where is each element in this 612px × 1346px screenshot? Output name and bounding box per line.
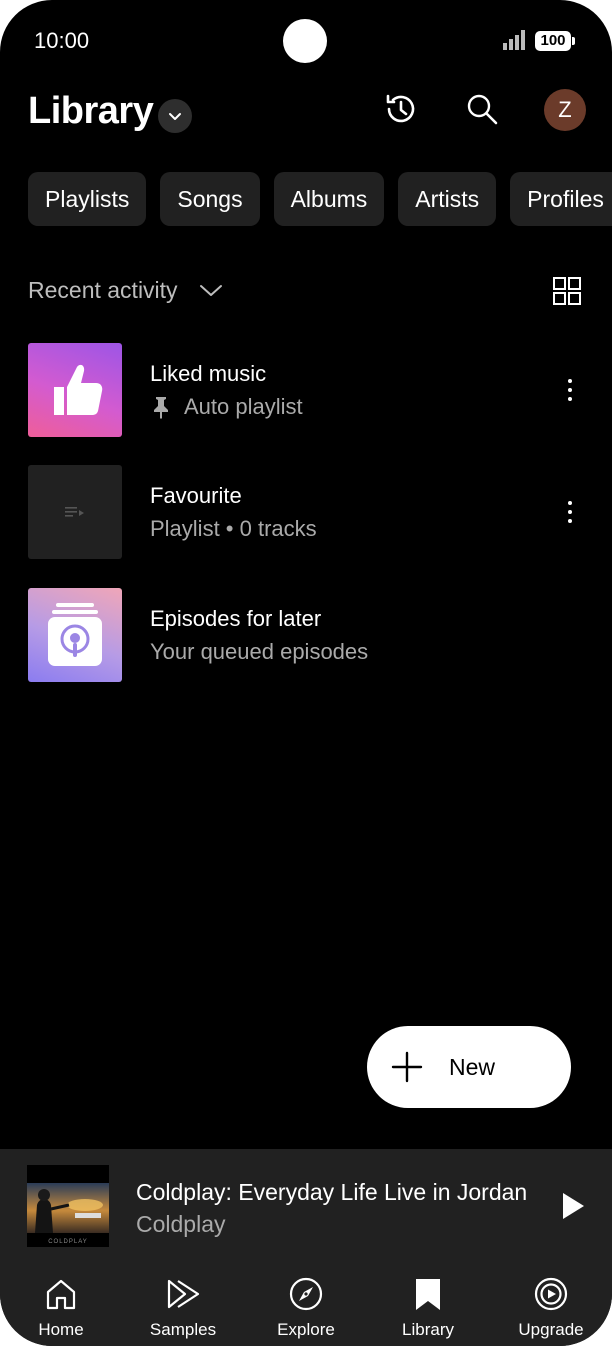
nav-label: Upgrade [518,1320,584,1339]
filter-chips: Playlists Songs Albums Artists Profiles [28,172,612,226]
status-bar: 10:00 100 [0,0,612,80]
library-dropdown-button[interactable] [158,99,192,133]
chevron-down-icon [198,276,226,304]
chip-profiles[interactable]: Profiles [510,172,612,226]
nav-home[interactable]: Home [6,1264,116,1346]
grid-view-icon[interactable] [553,277,581,305]
chevron-down-icon [169,113,181,120]
bottom-navigation: Home Samples Explore Library Upgrade [0,1264,612,1346]
chip-playlists[interactable]: Playlists [28,172,147,226]
playlist-icon [65,507,84,517]
library-icon [416,1279,440,1310]
nav-explore[interactable]: Explore [251,1264,361,1346]
more-vert-icon [568,501,572,505]
upgrade-icon [534,1277,568,1311]
camera-cutout [283,19,327,63]
svg-text:COLDPLAY: COLDPLAY [48,1239,88,1245]
nav-upgrade[interactable]: Upgrade [496,1264,606,1346]
nav-label: Samples [149,1320,217,1339]
sort-dropdown[interactable]: Recent activity [28,272,226,308]
item-subtitle: Playlist • 0 tracks [150,516,317,541]
home-icon [46,1279,76,1310]
search-icon [467,94,498,125]
item-subtitle-text: Auto playlist [184,394,303,419]
chip-artists[interactable]: Artists [398,172,497,226]
more-options-button[interactable] [558,373,582,407]
sort-label: Recent activity [28,276,178,303]
liked-music-thumbnail [28,343,122,437]
page-title: Library [28,90,154,132]
list-item-episodes-for-later[interactable]: Episodes for later Your queued episodes [28,588,612,684]
mini-player-artist: Coldplay [136,1211,226,1237]
new-button-label: New [449,1054,496,1080]
signal-icon [503,30,525,50]
plus-icon [391,1051,423,1083]
list-item-favourite[interactable]: Favourite Playlist • 0 tracks [28,465,612,561]
play-icon[interactable] [560,1191,586,1221]
thumbs-up-icon [54,364,103,415]
item-title: Liked music [150,361,267,386]
more-vert-icon [568,379,572,383]
chip-albums[interactable]: Albums [273,172,385,226]
new-button[interactable]: New [367,1026,571,1108]
history-button[interactable] [381,89,421,129]
history-icon [386,94,415,123]
item-title: Favourite [150,483,242,508]
nav-samples[interactable]: Samples [128,1264,238,1346]
item-subtitle: Auto playlist [150,394,303,420]
battery-icon: 100 [535,31,575,51]
episodes-thumbnail [28,588,122,682]
status-time: 10:00 [34,28,90,53]
favourite-thumbnail [28,465,122,559]
podcast-icon [48,603,102,666]
item-subtitle: Your queued episodes [150,639,369,664]
nav-label: Home [38,1320,84,1339]
explore-icon [289,1277,323,1311]
chip-songs[interactable]: Songs [160,172,260,226]
nav-label: Library [402,1320,454,1339]
more-options-button[interactable] [558,495,582,529]
list-item-liked-music[interactable]: Liked music Auto playlist [28,343,612,439]
mini-player[interactable]: COLDPLAY Coldplay: Everyday Life Live in… [0,1149,612,1264]
mini-player-artwork: COLDPLAY [27,1165,109,1247]
avatar[interactable]: Z [544,89,586,131]
samples-icon [167,1279,200,1309]
nav-label: Explore [277,1320,335,1339]
search-button[interactable] [462,89,502,129]
item-title: Episodes for later [150,606,322,631]
nav-library[interactable]: Library [373,1264,483,1346]
pin-icon [154,397,168,419]
mini-player-title: Coldplay: Everyday Life Live in Jordan [136,1179,528,1205]
phone-screen: 10:00 100 Library Z Playlists Songs Albu… [0,0,612,1346]
